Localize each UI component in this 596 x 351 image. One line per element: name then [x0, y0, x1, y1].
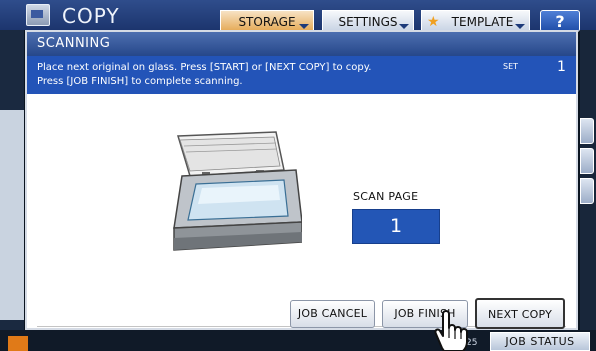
side-tab[interactable] — [580, 178, 594, 204]
storage-button[interactable]: STORAGE — [220, 10, 314, 32]
template-label: TEMPLATE — [451, 15, 514, 29]
dialog-title: SCANNING — [27, 32, 576, 56]
help-button[interactable]: ? — [540, 10, 580, 32]
template-button[interactable]: ★ TEMPLATE — [421, 10, 530, 32]
chevron-down-icon — [399, 24, 409, 29]
hand-pointer-icon — [434, 310, 468, 351]
copy-app-icon — [26, 4, 50, 26]
side-tab[interactable] — [580, 148, 594, 174]
orange-indicator — [8, 336, 28, 351]
job-cancel-button[interactable]: JOB CANCEL — [290, 300, 375, 328]
job-status-button[interactable]: JOB STATUS — [490, 332, 590, 351]
scanning-dialog: SCANNING Place next original on glass. P… — [25, 30, 578, 330]
chevron-down-icon — [299, 24, 309, 29]
settings-label: SETTINGS — [338, 15, 398, 29]
set-label: SET — [503, 62, 519, 71]
dialog-content: SCAN PAGE 1 — [27, 94, 576, 327]
scan-page-count: 1 — [352, 209, 440, 244]
side-tab[interactable] — [580, 118, 594, 144]
scanner-illustration — [173, 131, 302, 251]
left-panel-light — [0, 110, 24, 320]
settings-button[interactable]: SETTINGS — [322, 10, 414, 32]
scan-page-label: SCAN PAGE — [353, 190, 419, 203]
storage-label: STORAGE — [238, 15, 296, 29]
app-title: COPY — [62, 4, 120, 28]
set-value: 1 — [557, 59, 566, 75]
next-copy-button[interactable]: NEXT COPY — [475, 298, 565, 329]
chevron-down-icon — [515, 24, 525, 29]
instruction-line-2: Press [JOB FINISH] to complete scanning. — [37, 76, 243, 87]
instruction-line-1: Place next original on glass. Press [STA… — [37, 62, 372, 73]
message-bar: Place next original on glass. Press [STA… — [27, 56, 576, 94]
